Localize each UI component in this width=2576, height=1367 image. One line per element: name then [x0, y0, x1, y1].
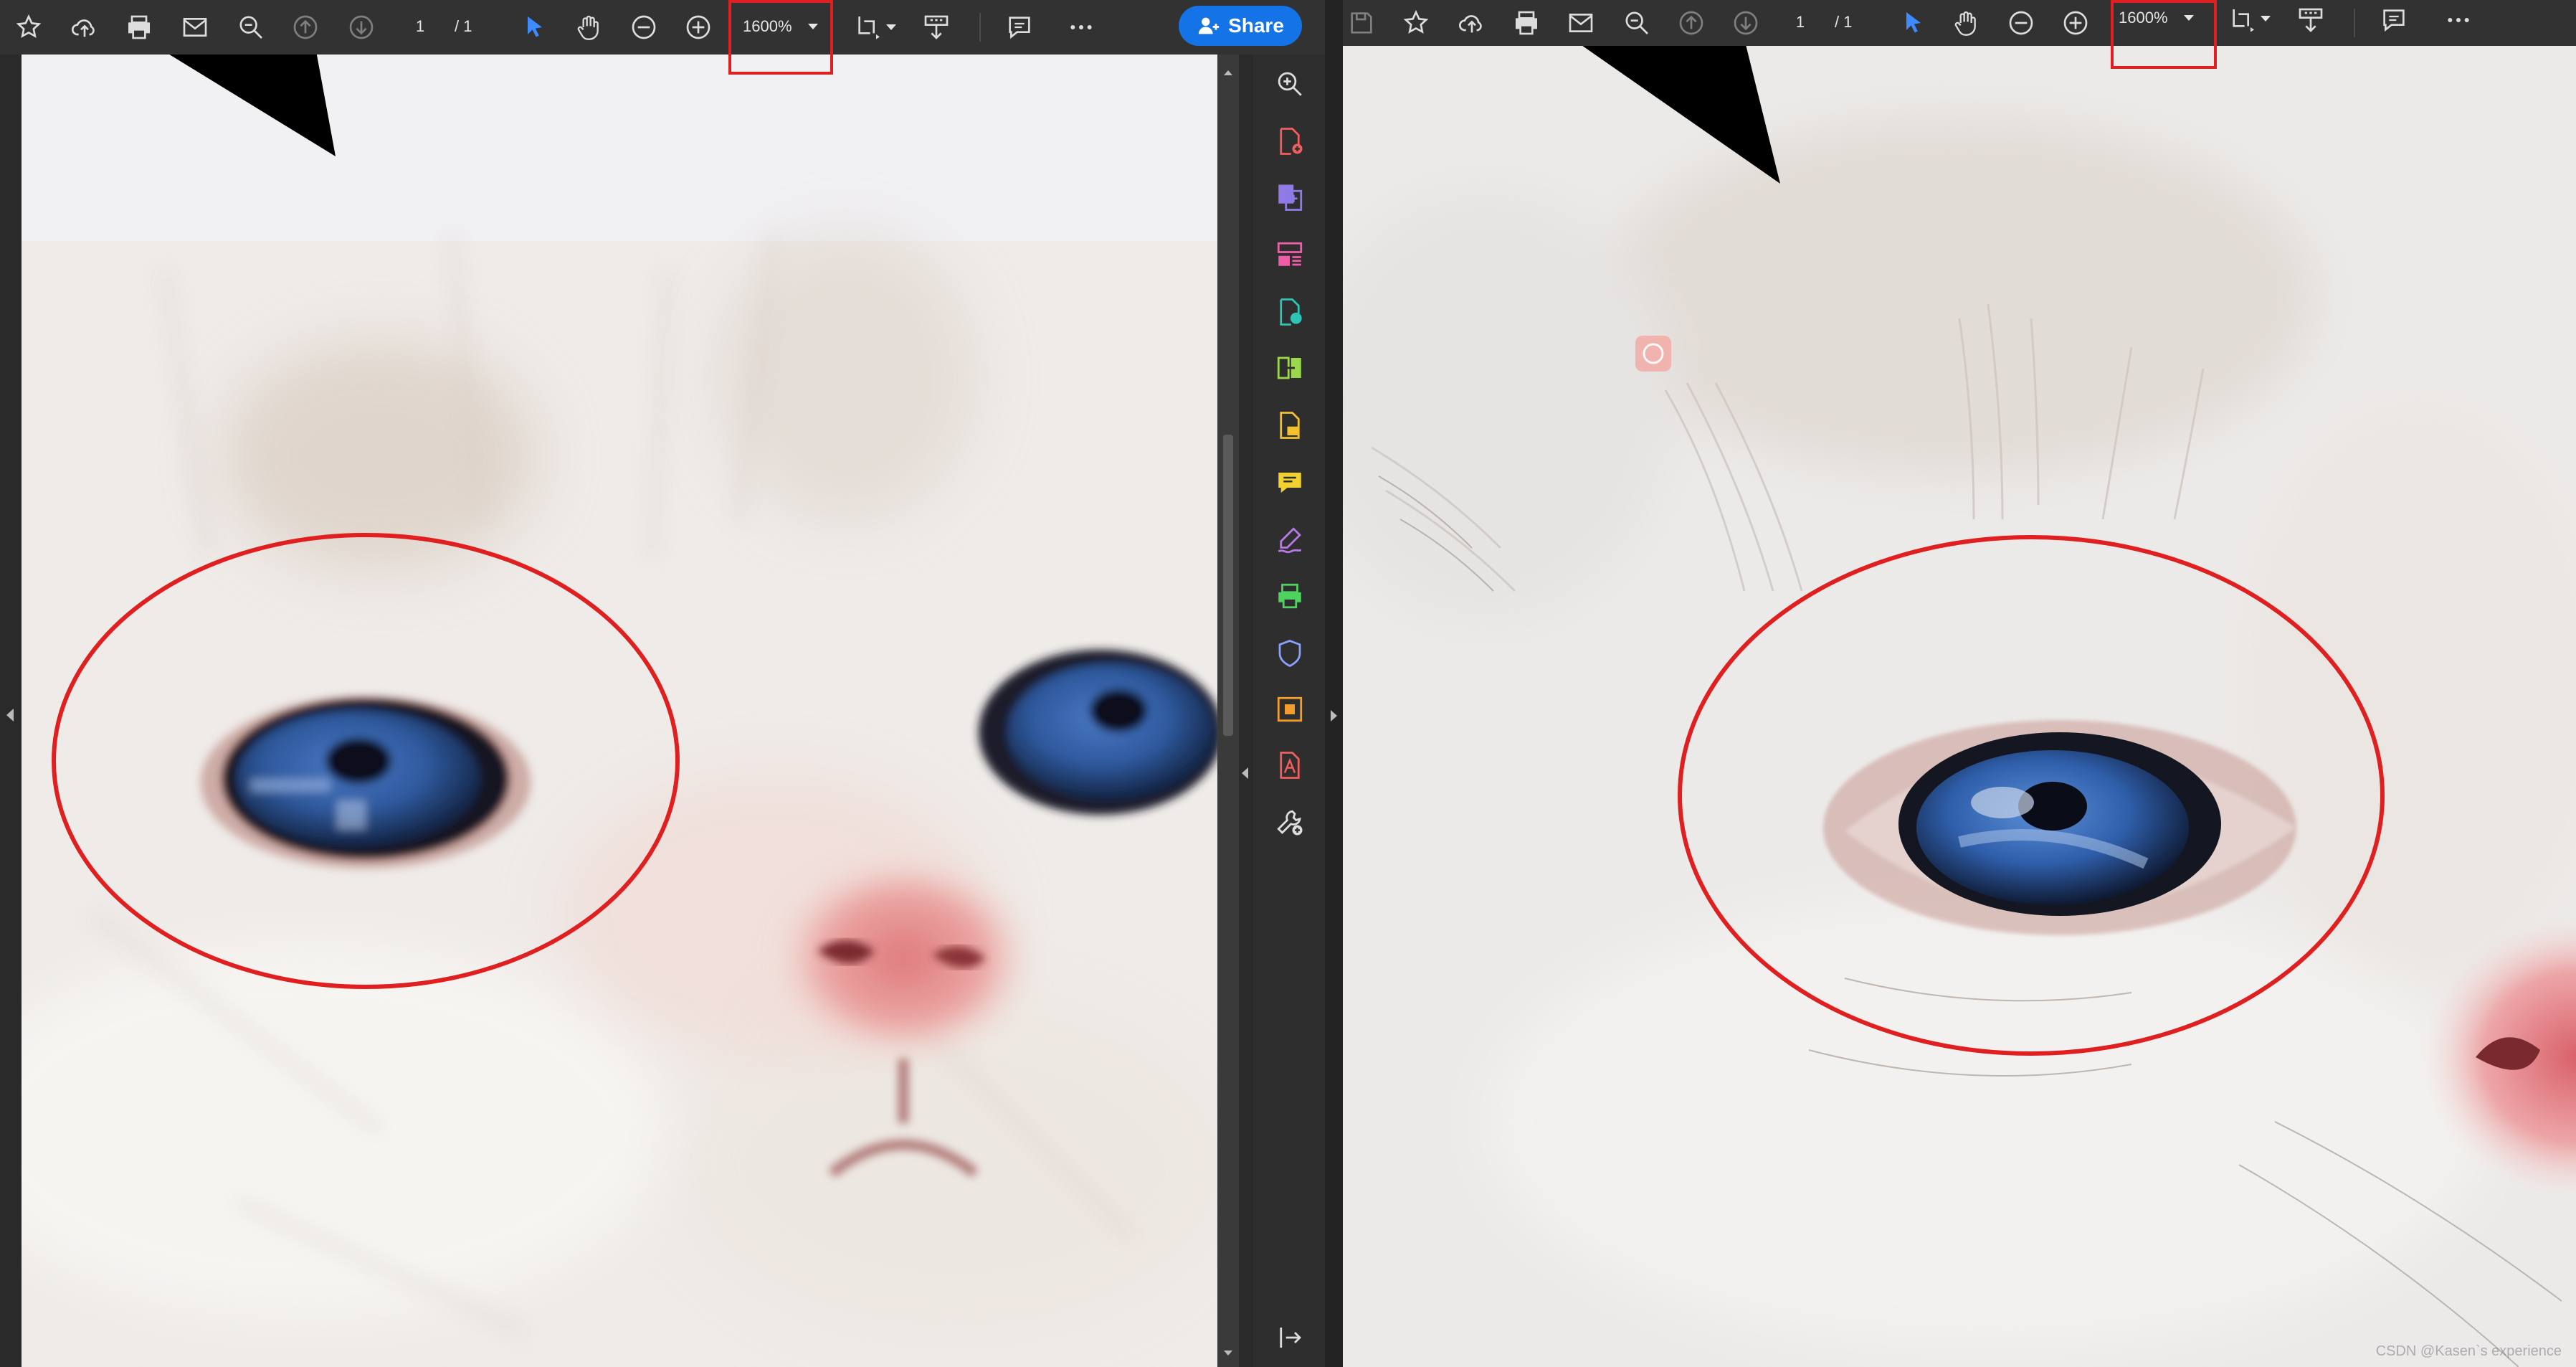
tools-pane	[1253, 55, 1325, 1367]
zoom-minus-icon[interactable]	[625, 9, 662, 46]
star-icon[interactable]	[1397, 4, 1435, 42]
cloud-upload-icon[interactable]	[66, 9, 103, 46]
mail-icon[interactable]	[1562, 4, 1600, 42]
add-user-icon	[1198, 17, 1220, 34]
scroll-up-arrow-icon[interactable]	[1224, 70, 1232, 75]
hand-icon[interactable]	[1948, 4, 1985, 42]
more-icon[interactable]	[1063, 9, 1100, 46]
watermark-text: CSDN @Kasen`s experience	[2375, 1343, 2562, 1359]
create-pdf-icon[interactable]	[1273, 125, 1306, 158]
edit-pdf-icon[interactable]	[1273, 295, 1306, 328]
zoom-plus-icon[interactable]	[2057, 4, 2094, 42]
scroll-mode-icon[interactable]	[2292, 1, 2329, 39]
print-production-icon[interactable]	[1273, 580, 1306, 612]
acrobat-sign-icon[interactable]	[1273, 749, 1306, 782]
page-indicator: 1 / 1	[401, 10, 472, 43]
page-number-input[interactable]: 1	[401, 17, 439, 36]
hand-icon[interactable]	[571, 9, 608, 46]
page-total: / 1	[1835, 13, 1853, 31]
mail-icon[interactable]	[176, 9, 214, 46]
collapse-panel-icon[interactable]	[1273, 1321, 1306, 1354]
red-annotation-box	[2111, 0, 2217, 69]
page-total: / 1	[455, 17, 472, 35]
scroll-thumb[interactable]	[1223, 435, 1233, 736]
toolbar-separator	[979, 13, 981, 42]
left-toolbar: 1 / 1 1600% Share	[0, 0, 1325, 55]
page-down-icon[interactable]	[343, 9, 380, 46]
page-indicator: 1 / 1	[1782, 6, 1853, 39]
star-icon[interactable]	[10, 9, 47, 46]
comment-tool-icon[interactable]	[1273, 466, 1306, 499]
zoom-out-search-icon[interactable]	[1618, 4, 1655, 42]
cloud-upload-icon[interactable]	[1453, 4, 1491, 42]
zoom-minus-icon[interactable]	[2002, 4, 2040, 42]
toolbar-separator	[2354, 9, 2355, 37]
right-document-view[interactable]: CSDN @Kasen`s experience	[1343, 46, 2576, 1367]
left-panel-rail[interactable]	[0, 55, 22, 1367]
fit-page-icon[interactable]	[2225, 1, 2262, 39]
expand-right-arrow-icon[interactable]	[1331, 710, 1337, 722]
share-label: Share	[1228, 14, 1284, 37]
left-vertical-scrollbar[interactable]	[1217, 55, 1239, 1367]
right-toolbar: 1 / 1 1600%	[1343, 0, 2576, 46]
print-icon[interactable]	[120, 9, 158, 46]
collapse-tools-icon[interactable]	[1242, 767, 1248, 779]
share-button[interactable]: Share	[1179, 6, 1302, 46]
scroll-mode-icon[interactable]	[918, 9, 955, 46]
protect-icon[interactable]	[1273, 637, 1306, 670]
page-number-input[interactable]: 1	[1782, 13, 1819, 32]
fit-page-icon[interactable]	[850, 9, 888, 46]
combine-files-icon[interactable]	[1273, 351, 1306, 384]
tools-pane-rail[interactable]	[1239, 55, 1253, 1367]
window-divider	[1325, 0, 1343, 1367]
export-pdf-icon[interactable]	[1273, 181, 1306, 214]
scroll-down-arrow-icon[interactable]	[1224, 1351, 1232, 1356]
page-up-icon[interactable]	[287, 9, 324, 46]
zoom-out-search-icon[interactable]	[232, 9, 270, 46]
print-icon[interactable]	[1508, 4, 1545, 42]
scan-ocr-icon[interactable]	[1273, 409, 1306, 442]
optimize-icon[interactable]	[1273, 693, 1306, 726]
page-up-icon[interactable]	[1673, 4, 1710, 42]
screenshot-stage: 1 / 1 1600% Share 1 / 1 1600% CSDN @Kase…	[0, 0, 2576, 1367]
expand-left-panel-icon[interactable]	[6, 709, 14, 722]
comment-icon[interactable]	[2375, 1, 2413, 39]
kitten-image-blurry	[22, 55, 1217, 1367]
fill-sign-icon[interactable]	[1273, 524, 1306, 557]
fit-dropdown-caret-icon[interactable]	[2261, 16, 2271, 22]
save-icon[interactable]	[1343, 4, 1380, 42]
comment-icon[interactable]	[1001, 9, 1038, 46]
more-icon[interactable]	[2440, 1, 2477, 39]
fit-dropdown-caret-icon[interactable]	[886, 24, 896, 30]
page-down-icon[interactable]	[1727, 4, 1764, 42]
zoom-tool-icon[interactable]	[1273, 67, 1306, 100]
left-document-view[interactable]	[22, 55, 1217, 1367]
more-tools-icon[interactable]	[1273, 806, 1306, 839]
select-cursor-icon[interactable]	[1895, 4, 1932, 42]
organize-pages-icon[interactable]	[1273, 238, 1306, 271]
zoom-plus-icon[interactable]	[680, 9, 717, 46]
kitten-image-sharp	[1343, 46, 2576, 1367]
red-annotation-box	[728, 0, 833, 75]
select-cursor-icon[interactable]	[516, 9, 553, 46]
